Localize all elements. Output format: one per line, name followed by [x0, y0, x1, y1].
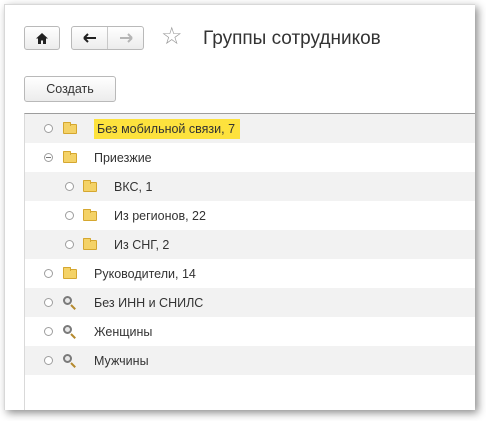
expand-toggle[interactable]	[44, 269, 53, 278]
magnifier-icon	[63, 296, 77, 310]
tree-item-label: Мужчины	[94, 353, 149, 368]
folder-icon	[83, 179, 97, 192]
expand-toggle[interactable]	[65, 182, 74, 191]
tree-row[interactable]: Из регионов, 22	[25, 201, 475, 230]
arrow-left-icon	[82, 33, 96, 43]
page-title: Группы сотрудников	[203, 28, 381, 49]
magnifier-icon	[63, 354, 77, 368]
arrow-right-icon	[119, 33, 133, 43]
create-button[interactable]: Создать	[24, 76, 116, 102]
tree-item-label: Без ИНН и СНИЛС	[94, 295, 204, 310]
tree-row[interactable]: Мужчины	[25, 346, 475, 375]
tree-row[interactable]: ВКС, 1	[25, 172, 475, 201]
folder-icon	[63, 121, 77, 134]
tree-item-label: Женщины	[94, 324, 153, 339]
magnifier-icon	[63, 325, 77, 339]
expand-toggle[interactable]	[44, 298, 53, 307]
expand-toggle[interactable]	[44, 124, 53, 133]
home-icon	[36, 32, 48, 44]
tree-item-label: Из регионов, 22	[114, 208, 206, 223]
history-nav	[71, 26, 144, 50]
tree-item-label: Руководители, 14	[94, 266, 196, 281]
tree-row[interactable]: Из СНГ, 2	[25, 230, 475, 259]
folder-icon	[63, 266, 77, 279]
app-window: ☆ Группы сотрудников Создать Без мобильн…	[4, 4, 475, 410]
expand-toggle[interactable]	[65, 240, 74, 249]
forward-button[interactable]	[108, 27, 143, 49]
folder-icon	[83, 237, 97, 250]
tree-item-label: Приезжие	[94, 150, 152, 165]
tree-item-label: Без мобильной связи, 7	[94, 118, 241, 139]
back-button[interactable]	[72, 27, 107, 49]
tree-row[interactable]: Без мобильной связи, 7	[25, 114, 475, 143]
expand-toggle[interactable]	[44, 356, 53, 365]
expand-toggle[interactable]	[65, 211, 74, 220]
tree-row[interactable]: Приезжие	[25, 143, 475, 172]
folder-icon	[63, 150, 77, 163]
expand-toggle[interactable]	[44, 327, 53, 336]
tree-row[interactable]: Женщины	[25, 317, 475, 346]
collapse-toggle[interactable]	[44, 153, 53, 162]
star-icon: ☆	[161, 23, 183, 50]
home-button[interactable]	[24, 26, 60, 50]
tree-item-label: ВКС, 1	[114, 179, 153, 194]
tree-row[interactable]: Руководители, 14	[25, 259, 475, 288]
groups-tree: Без мобильной связи, 7 Приезжие ВКС, 1 И…	[24, 113, 475, 410]
tree-row[interactable]: Без ИНН и СНИЛС	[25, 288, 475, 317]
tree-item-label: Из СНГ, 2	[114, 237, 170, 252]
favorite-button[interactable]: ☆	[161, 23, 183, 51]
folder-icon	[83, 208, 97, 221]
